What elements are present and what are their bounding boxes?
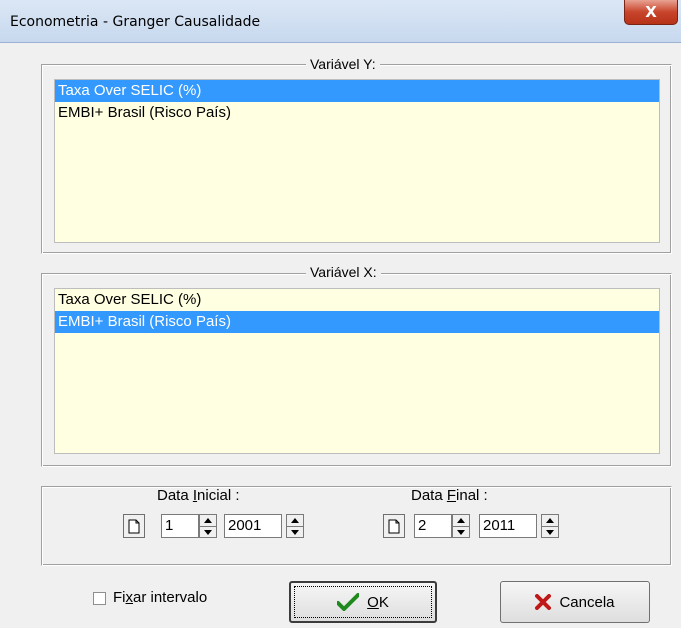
fix-interval-rest: ar intervalo [133, 589, 208, 606]
end-date-label-accel: F [446, 487, 457, 504]
end-month-spinner[interactable] [452, 514, 470, 538]
spin-up-icon[interactable] [200, 515, 216, 526]
list-item[interactable]: Taxa Over SELIC (%) [55, 80, 659, 102]
fix-interval-label[interactable]: Fixar intervalo [113, 589, 207, 606]
start-date-label-rest: nicial : [197, 487, 240, 504]
end-year-spinner[interactable] [541, 514, 559, 538]
start-month-spinner[interactable] [199, 514, 217, 538]
spin-up-icon[interactable] [542, 515, 558, 526]
spin-down-icon[interactable] [287, 526, 303, 538]
ok-button[interactable]: OK [289, 581, 437, 623]
spin-down-icon[interactable] [542, 526, 558, 538]
list-item[interactable]: EMBI+ Brasil (Risco País) [55, 311, 659, 333]
cancel-button[interactable]: Cancela [500, 581, 650, 623]
start-year-spinner[interactable] [286, 514, 304, 538]
spin-up-icon[interactable] [287, 515, 303, 526]
start-date-label-text: Data [157, 487, 193, 504]
x-icon [535, 594, 552, 610]
end-date-picker-button[interactable] [383, 514, 405, 538]
close-icon: X [645, 3, 657, 21]
variable-x-legend: Variável X: [306, 264, 381, 280]
spin-down-icon[interactable] [200, 526, 216, 538]
spin-up-icon[interactable] [453, 515, 469, 526]
variable-x-list[interactable]: Taxa Over SELIC (%) EMBI+ Brasil (Risco … [54, 288, 660, 454]
start-month-input[interactable]: 1 [161, 514, 199, 538]
start-date-label: Data Inicial : [157, 487, 240, 504]
window-title: Econometria - Granger Causalidade [10, 14, 261, 30]
dialog-window: Econometria - Granger Causalidade X Vari… [0, 0, 681, 628]
fix-interval-accel: x [125, 589, 134, 606]
fix-interval-text: Fi [113, 589, 126, 606]
list-item[interactable]: Taxa Over SELIC (%) [55, 289, 659, 311]
list-item[interactable]: EMBI+ Brasil (Risco País) [55, 102, 659, 124]
page-icon [388, 519, 400, 533]
spin-down-icon[interactable] [453, 526, 469, 538]
end-date-label: Data Final : [411, 487, 488, 504]
fix-interval-checkbox[interactable] [93, 592, 106, 605]
page-icon [128, 519, 140, 533]
close-button[interactable]: X [624, 0, 678, 25]
end-month-input[interactable]: 2 [414, 514, 452, 538]
end-year-input[interactable]: 2011 [479, 514, 537, 538]
variable-y-list[interactable]: Taxa Over SELIC (%) EMBI+ Brasil (Risco … [54, 79, 660, 243]
title-bar: Econometria - Granger Causalidade X [0, 0, 681, 43]
cancel-label: Cancela [559, 593, 615, 611]
end-date-label-text: Data [411, 487, 447, 504]
end-date-label-rest: inal : [456, 487, 488, 504]
focus-rect [294, 586, 432, 618]
variable-y-legend: Variável Y: [306, 56, 380, 72]
start-date-picker-button[interactable] [123, 514, 145, 538]
start-year-input[interactable]: 2001 [224, 514, 282, 538]
